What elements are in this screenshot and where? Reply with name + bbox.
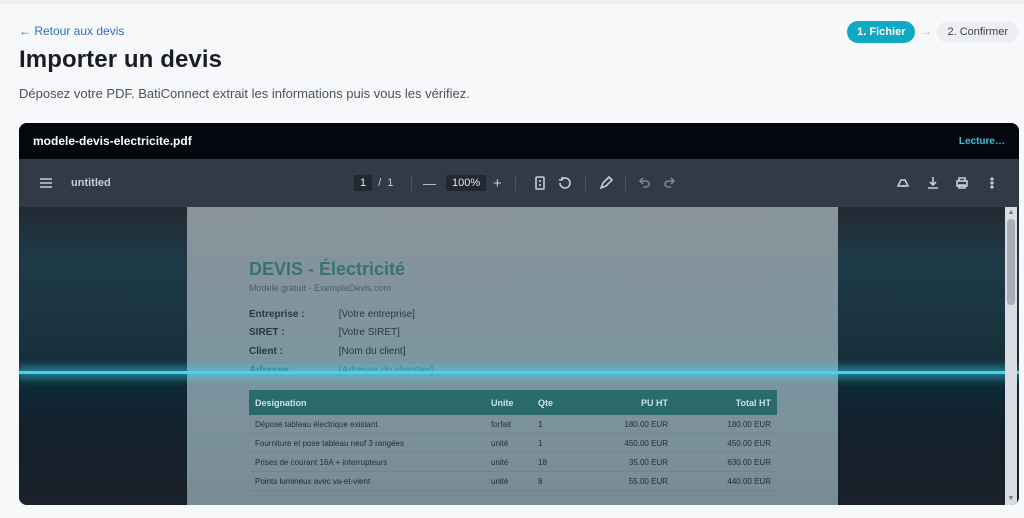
page-separator: / <box>378 177 382 189</box>
table-cell: 18 <box>538 457 547 467</box>
toolbar-divider <box>411 175 412 191</box>
field-label: Client : <box>249 346 283 357</box>
undo-icon[interactable] <box>637 159 651 207</box>
scan-line <box>19 371 1019 374</box>
quote-title: DEVIS - Électricité <box>249 259 406 279</box>
quote-subtitle: Modele gratuit - ExempleDevis.com <box>249 283 392 293</box>
top-border <box>0 0 1024 4</box>
column-header: Qte <box>538 397 554 408</box>
toolbar-divider <box>625 175 626 191</box>
table-cell: Dépose tableau électrique existant <box>255 419 378 429</box>
toolbar-divider <box>515 175 516 191</box>
table-cell: 180.00 EUR <box>727 419 771 429</box>
table-cell: 1 <box>538 438 543 448</box>
table-cell: forfait <box>491 419 512 429</box>
column-header: Total HT <box>735 397 771 408</box>
table-header: Designation Unite Qte PU HT Total HT <box>249 390 777 415</box>
pdf-doc-title: untitled <box>71 177 111 189</box>
drive-icon[interactable] <box>896 159 910 207</box>
table-cell: 55.00 EUR <box>628 476 668 486</box>
field-company: Entreprise : [Votre entreprise] <box>249 309 415 320</box>
field-value: [Votre entreprise] <box>338 309 415 320</box>
page-title: Importer un devis <box>19 46 223 73</box>
viewer-header: modele-devis-electricite.pdf Lecture… <box>19 123 1019 159</box>
column-header: PU HT <box>641 397 668 408</box>
table-cell: 8 <box>538 476 543 486</box>
table-row: Prises de courant 16A + interrupteurs un… <box>249 453 777 472</box>
field-siret: SIRET : [Votre SIRET] <box>249 327 400 338</box>
step-confirm[interactable]: 2. Confirmer <box>937 21 1018 43</box>
table-cell: 180.00 EUR <box>624 419 668 429</box>
table-row: Points lumineux avec va-et-vient unité 8… <box>249 472 777 491</box>
reading-status: Lecture… <box>958 135 1005 147</box>
redo-icon[interactable] <box>663 159 677 207</box>
table-row: Fourniture et pose tableau neuf 3 rangée… <box>249 434 777 453</box>
scroll-up-icon[interactable]: ▲ <box>1007 209 1015 217</box>
page-fit-icon[interactable] <box>533 159 547 207</box>
back-to-quotes-link[interactable]: ← Retour aux devis <box>19 24 124 38</box>
zoom-in-button[interactable]: + <box>493 159 502 207</box>
hamburger-icon[interactable] <box>39 159 53 207</box>
table-cell: Prises de courant 16A + interrupteurs <box>255 457 388 467</box>
pdf-viewer: modele-devis-electricite.pdf Lecture… un… <box>19 123 1019 505</box>
column-header: Unite <box>491 397 514 408</box>
table-cell: 1 <box>538 419 543 429</box>
field-value: [Votre SIRET] <box>338 327 400 338</box>
zoom-level: 100% <box>446 159 487 207</box>
table-cell: Points lumineux avec va-et-vient <box>255 476 371 486</box>
print-icon[interactable] <box>955 159 969 207</box>
rotate-icon[interactable] <box>558 159 572 207</box>
step-arrow: → <box>920 26 932 38</box>
table-cell: 630.00 EUR <box>727 457 771 467</box>
page-indicator: 1 / 1 <box>354 159 393 207</box>
table-cell: unité <box>491 457 509 467</box>
zoom-out-button[interactable]: — <box>423 159 436 207</box>
table-cell: 440.00 EUR <box>727 476 771 486</box>
page-subtitle: Déposez votre PDF. BatiConnect extrait l… <box>19 86 470 101</box>
toolbar-divider <box>585 175 586 191</box>
page-number-input[interactable]: 1 <box>354 175 373 191</box>
field-client: Client : [Nom du client] <box>249 346 405 357</box>
table-cell: unité <box>491 476 509 486</box>
pdf-page: DEVIS - Électricité Modele gratuit - Exe… <box>187 207 838 505</box>
table-row: Dépose tableau électrique existant forfa… <box>249 415 777 434</box>
table-cell: unité <box>491 438 509 448</box>
table-cell: 450.00 EUR <box>727 438 771 448</box>
table-cell: Fourniture et pose tableau neuf 3 rangée… <box>255 438 404 448</box>
quote-items-table: Designation Unite Qte PU HT Total HT Dép… <box>249 390 777 491</box>
page-total: 1 <box>387 177 394 189</box>
field-label: SIRET : <box>249 327 285 338</box>
table-cell: 450.00 EUR <box>624 438 668 448</box>
scroll-down-icon[interactable]: ▼ <box>1007 495 1015 503</box>
download-icon[interactable] <box>926 159 940 207</box>
field-label: Entreprise : <box>249 309 305 320</box>
table-cell: 35.00 EUR <box>628 457 668 467</box>
pen-icon[interactable] <box>599 159 613 207</box>
file-name: modele-devis-electricite.pdf <box>33 134 192 148</box>
pdf-toolbar: untitled 1 / 1 — 100% + <box>19 159 1019 207</box>
import-stepper: 1. Fichier → 2. Confirmer <box>847 21 1018 43</box>
scrollbar-thumb[interactable] <box>1007 219 1015 305</box>
zoom-level-input[interactable]: 100% <box>446 175 487 191</box>
field-value: [Nom du client] <box>338 346 406 357</box>
pdf-canvas-area[interactable]: DEVIS - Électricité Modele gratuit - Exe… <box>19 207 1019 505</box>
step-file[interactable]: 1. Fichier <box>847 21 916 43</box>
more-vertical-icon[interactable] <box>985 159 999 207</box>
column-header: Designation <box>255 397 307 408</box>
